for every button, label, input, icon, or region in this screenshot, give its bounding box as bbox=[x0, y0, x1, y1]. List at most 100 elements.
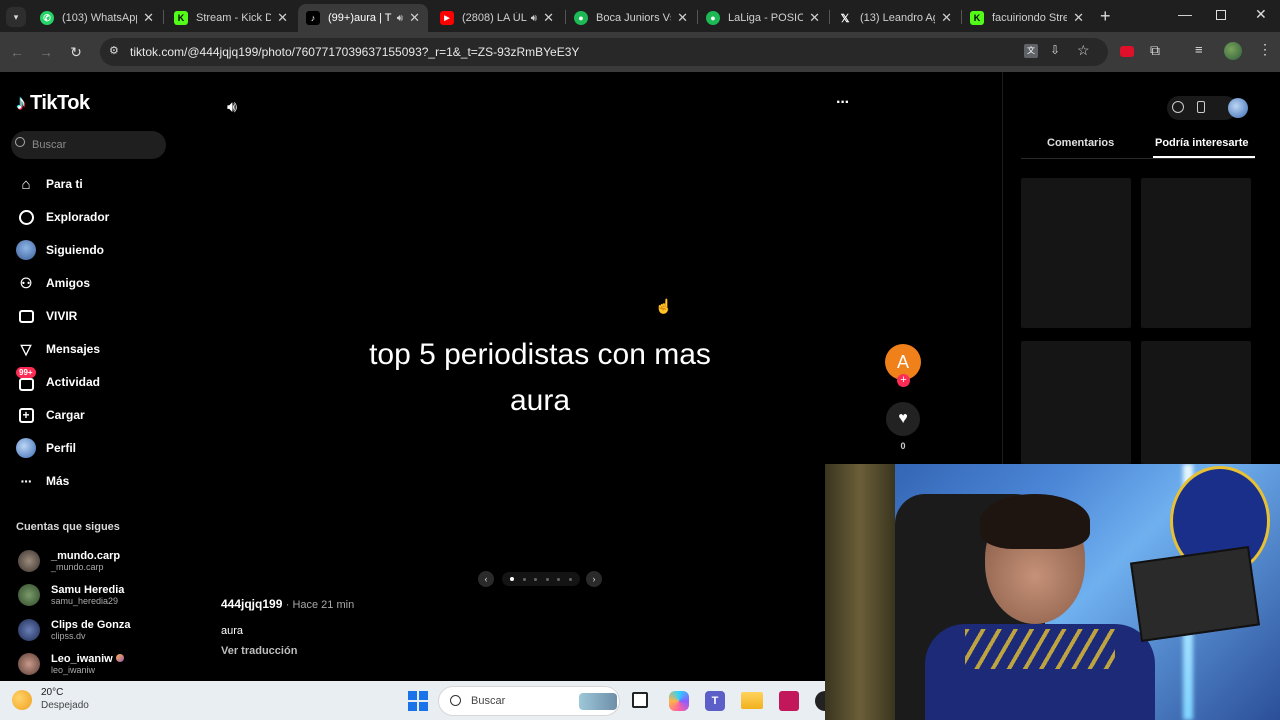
like-count: 0 bbox=[900, 441, 906, 451]
minimize-icon[interactable]: — bbox=[1178, 6, 1192, 22]
close-tab-icon[interactable]: ✕ bbox=[809, 10, 820, 26]
close-tab-icon[interactable]: ✕ bbox=[277, 10, 288, 26]
close-tab-icon[interactable]: ✕ bbox=[1073, 10, 1084, 26]
carousel-prev-button[interactable]: ‹ bbox=[478, 571, 494, 587]
following-account[interactable]: Samu Heredia samu_heredia29 bbox=[18, 582, 124, 608]
compass-icon[interactable] bbox=[1172, 101, 1184, 113]
close-tab-icon[interactable]: ✕ bbox=[677, 10, 688, 26]
task-view-icon[interactable] bbox=[632, 692, 648, 708]
speaker-icon[interactable]: 🔊︎ bbox=[397, 13, 403, 24]
profile-avatar-icon[interactable] bbox=[1224, 42, 1242, 60]
browser-tab-active[interactable]: ♪ (99+)aura | T 🔊︎ ✕ bbox=[298, 4, 428, 32]
carousel-dot[interactable] bbox=[545, 577, 549, 581]
post-meta: 444jqjq199 · Hace 21 min bbox=[221, 597, 354, 611]
translate-link[interactable]: Ver traducción bbox=[221, 645, 297, 657]
reload-icon[interactable]: ↻ bbox=[66, 42, 86, 62]
search-input[interactable]: Buscar bbox=[11, 131, 166, 159]
carousel-dot[interactable] bbox=[568, 577, 572, 581]
sidebar-item-siguiendo[interactable]: Siguiendo bbox=[16, 238, 104, 262]
browser-tab[interactable]: ▶ (2808) LA ÚL 🔊︎ ✕ bbox=[432, 4, 562, 32]
volume-icon[interactable]: 🔊︎ bbox=[227, 99, 237, 117]
sidebar-item-actividad[interactable]: 99+ Actividad bbox=[16, 367, 100, 394]
sidebar-item-para-ti[interactable]: ⌂ Para ti bbox=[16, 172, 82, 196]
bookmark-star-icon[interactable]: ☆ bbox=[1077, 42, 1090, 59]
close-tab-icon[interactable]: ✕ bbox=[143, 10, 154, 26]
app-icon[interactable] bbox=[815, 691, 825, 711]
address-bar[interactable]: ⚙ tiktok.com/@444jqjq199/photo/760771703… bbox=[100, 38, 1108, 66]
following-account[interactable]: Leo_iwaniw leo_iwaniw bbox=[18, 651, 124, 677]
app-icon[interactable] bbox=[779, 691, 799, 711]
close-tab-icon[interactable]: ✕ bbox=[941, 10, 952, 26]
speaker-icon[interactable]: 🔊︎ bbox=[531, 13, 537, 24]
suggested-video-placeholder[interactable] bbox=[1021, 178, 1131, 328]
following-account[interactable]: Clips de Gonza clipss.dv bbox=[18, 617, 130, 643]
close-tab-icon[interactable]: ✕ bbox=[543, 10, 554, 26]
browser-toolbar: ← → ↻ ⚙ tiktok.com/@444jqjq199/photo/760… bbox=[0, 32, 1280, 72]
tiktok-logo[interactable]: ♪ TikTok bbox=[16, 92, 90, 115]
media-control-icon[interactable]: ≡ bbox=[1195, 42, 1203, 57]
activity-icon: 99+ bbox=[16, 367, 36, 392]
browser-menu-icon[interactable]: ⋮ bbox=[1258, 41, 1272, 58]
upload-icon: + bbox=[16, 405, 36, 425]
tab-podria-interesarte[interactable]: Podría interesarte bbox=[1155, 137, 1249, 149]
following-section-title: Cuentas que sigues bbox=[16, 521, 120, 533]
sidebar-item-mensajes[interactable]: ▽ Mensajes bbox=[16, 337, 100, 361]
extensions-puzzle-icon[interactable]: ⧉ bbox=[1150, 42, 1160, 59]
close-window-icon[interactable]: ✕ bbox=[1255, 6, 1267, 23]
sidebar-item-cargar[interactable]: + Cargar bbox=[16, 403, 85, 427]
carousel-dot[interactable] bbox=[557, 577, 561, 581]
like-button[interactable]: ♥ bbox=[886, 402, 920, 436]
browser-tab[interactable]: ● LaLiga - POSICIÓ ✕ bbox=[698, 4, 828, 32]
browser-tab[interactable]: ● Boca Juniors Vs ✕ bbox=[566, 4, 696, 32]
more-options-icon[interactable]: ··· bbox=[836, 94, 850, 112]
sidebar-item-mas[interactable]: ··· Más bbox=[16, 469, 70, 493]
install-icon[interactable]: ⇩ bbox=[1050, 43, 1060, 57]
windows-start-icon[interactable] bbox=[408, 691, 428, 711]
photo-text: top 5 periodistas con mas aura bbox=[369, 338, 711, 417]
tab-comentarios[interactable]: Comentarios bbox=[1047, 137, 1114, 149]
live-icon bbox=[16, 306, 36, 326]
author-username[interactable]: 444jqjq199 bbox=[221, 597, 282, 611]
new-tab-icon[interactable]: + bbox=[1100, 6, 1111, 27]
browser-tab[interactable]: 𝕏 (13) Leandro Ag ✕ bbox=[830, 4, 960, 32]
extension-icon[interactable] bbox=[1120, 46, 1134, 57]
back-icon[interactable]: ← bbox=[7, 42, 27, 62]
sidebar-item-perfil[interactable]: Perfil bbox=[16, 436, 76, 460]
suggested-video-placeholder[interactable] bbox=[1021, 341, 1131, 464]
avatar bbox=[18, 584, 40, 606]
carousel-dot[interactable] bbox=[522, 577, 526, 581]
right-panel: Comentarios Podría interesarte bbox=[1002, 72, 1280, 464]
weather-widget[interactable]: 20°C Despejado bbox=[12, 687, 89, 712]
browser-tab[interactable]: K Stream - Kick Da ✕ bbox=[166, 4, 296, 32]
windows-taskbar: 20°C Despejado Buscar T bbox=[0, 681, 825, 720]
close-tab-icon[interactable]: ✕ bbox=[409, 10, 420, 26]
carousel-next-button[interactable]: › bbox=[586, 571, 602, 587]
following-account[interactable]: _mundo.carp _mundo.carp bbox=[18, 548, 120, 574]
kick-icon: K bbox=[970, 11, 984, 25]
sidebar-item-amigos[interactable]: ⚇ Amigos bbox=[16, 271, 90, 295]
mouse-cursor-icon: ☝ bbox=[655, 298, 673, 314]
forward-icon[interactable]: → bbox=[36, 42, 56, 62]
device-icon[interactable] bbox=[1197, 101, 1205, 113]
file-explorer-icon[interactable] bbox=[741, 692, 763, 709]
teams-icon[interactable]: T bbox=[705, 691, 725, 711]
follow-plus-button[interactable]: + bbox=[897, 374, 910, 387]
profile-avatar-icon[interactable] bbox=[1228, 98, 1248, 118]
carousel-dot-active[interactable] bbox=[510, 577, 515, 581]
suggested-video-placeholder[interactable] bbox=[1141, 341, 1251, 464]
heart-icon: ♥ bbox=[898, 410, 908, 427]
sidebar-item-vivir[interactable]: VIVIR bbox=[16, 304, 77, 328]
taskbar-search[interactable]: Buscar bbox=[438, 686, 620, 716]
translate-icon[interactable]: 文 bbox=[1024, 44, 1038, 58]
site-info-icon[interactable]: ⚙ bbox=[109, 44, 119, 57]
browser-tab[interactable]: K facuiriondo Stre ✕ bbox=[962, 4, 1092, 32]
carousel-dot[interactable] bbox=[534, 577, 538, 581]
tab-search-button[interactable]: ▾ bbox=[6, 7, 26, 27]
browser-tab[interactable]: ✆ (103) WhatsApp ✕ bbox=[32, 4, 162, 32]
copilot-icon[interactable] bbox=[669, 691, 689, 711]
sidebar-item-explorador[interactable]: Explorador bbox=[16, 205, 109, 229]
suggested-video-placeholder[interactable] bbox=[1141, 178, 1251, 328]
webcam-overlay bbox=[825, 464, 1280, 720]
messages-icon: ▽ bbox=[20, 340, 32, 357]
restore-icon[interactable] bbox=[1216, 10, 1226, 20]
